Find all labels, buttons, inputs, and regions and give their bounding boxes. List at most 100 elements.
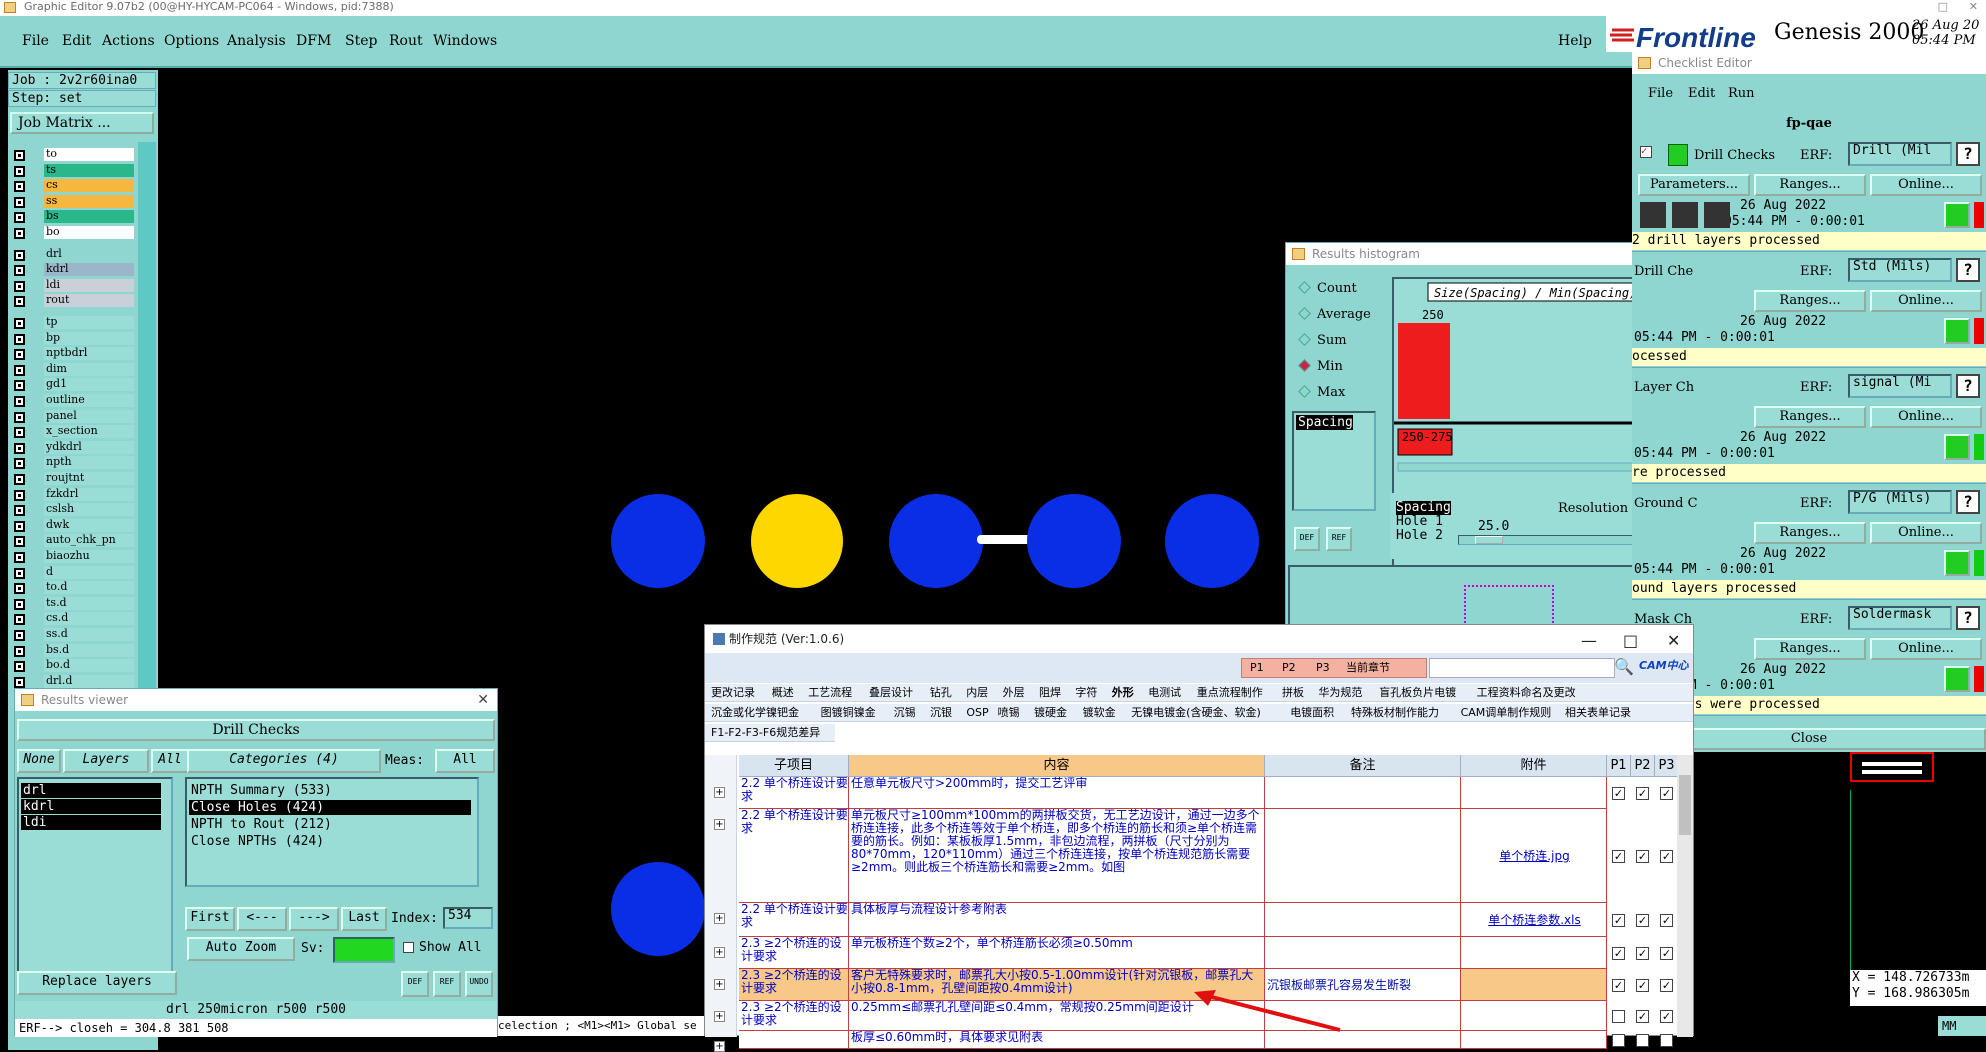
drill-hole-pad[interactable] [611, 494, 705, 588]
column-header[interactable]: 子项目 [739, 755, 849, 777]
scope-dropdown[interactable]: 当前章节 [1346, 659, 1390, 677]
row-attachment[interactable]: 单个桥连.jpg [1461, 809, 1607, 903]
layer-row-dim[interactable]: dim [8, 362, 158, 378]
zoom-icon[interactable] [1944, 434, 1970, 460]
layer-row-ts-d[interactable]: ts.d [8, 596, 158, 612]
help-icon[interactable]: ? [1956, 374, 1980, 398]
layer-name[interactable]: fzkdrl [44, 487, 134, 501]
last-button[interactable]: Last [341, 907, 387, 931]
first-button[interactable]: First [185, 907, 235, 931]
expand-icon[interactable]: + [714, 1011, 725, 1022]
checklist-menu-file[interactable]: File [1648, 86, 1673, 101]
spec-tab[interactable]: 拼板 [1282, 686, 1304, 700]
layer-name[interactable]: to.d [44, 581, 134, 595]
ranges-button[interactable]: Ranges... [1754, 290, 1866, 312]
layer-name[interactable]: bs.d [44, 643, 134, 657]
layer-name[interactable]: cs.d [44, 612, 134, 626]
category-list[interactable]: NPTH Summary (533) Close Holes (424) NPTH … [185, 777, 479, 887]
layer-checkbox[interactable] [14, 150, 25, 161]
prev-button[interactable]: <--- [237, 907, 287, 931]
layer-row-npth[interactable]: npth [8, 456, 158, 471]
spec-tab[interactable]: CAM调单制作规则 [1461, 706, 1552, 720]
layer-name[interactable]: auto_chk_pn [44, 534, 134, 548]
priority-checkbox[interactable]: ✓ [1636, 1009, 1649, 1023]
checklist-menu-run[interactable]: Run [1728, 86, 1755, 101]
result-layer-item[interactable]: drl [21, 783, 161, 798]
spec-tab[interactable]: 更改记录 [711, 686, 755, 700]
spec-tab[interactable]: 工程资料命名及更改 [1477, 686, 1576, 700]
menu-actions[interactable]: Actions [102, 33, 155, 49]
erf-field[interactable]: Soldermask [1848, 606, 1952, 630]
expand-icon[interactable]: + [714, 1041, 725, 1052]
layer-row-ss-d[interactable]: ss.d [8, 628, 158, 643]
layer-row-to-d[interactable]: to.d [8, 581, 158, 596]
priority-checkbox[interactable] [1660, 1033, 1673, 1047]
layer-row-x-section[interactable]: x_section [8, 425, 158, 440]
spec-tab[interactable]: 沉锡 [894, 706, 916, 720]
undo-icon[interactable]: UNDO [465, 971, 493, 997]
spec-table-scrollbar[interactable] [1677, 755, 1693, 1037]
layer-checkbox[interactable] [14, 505, 25, 517]
layer-checkbox[interactable] [14, 181, 25, 193]
layer-row-ydkdrl[interactable]: ydkdrl [8, 440, 158, 456]
spec-tab[interactable]: 电镀面积 [1290, 706, 1334, 720]
run-icon[interactable] [1704, 202, 1730, 228]
category-item[interactable]: Close Holes (424) [189, 800, 471, 815]
column-header[interactable]: 附件 [1461, 755, 1607, 777]
index-input[interactable]: 534 [443, 907, 493, 929]
erf-field[interactable]: Std (Mils) [1848, 258, 1952, 282]
sv-color-selector[interactable] [333, 937, 395, 963]
spec-tab[interactable]: 钻孔 [930, 686, 952, 700]
result-layer-item[interactable]: kdrl [21, 799, 161, 814]
histogram-bar[interactable] [1398, 323, 1450, 419]
spec-tab[interactable]: 叠层设计 [869, 686, 913, 700]
ranges-button[interactable]: Ranges... [1754, 174, 1866, 196]
layer-row-rout[interactable]: rout [8, 294, 158, 309]
priority-checkbox[interactable]: ✓ [1612, 913, 1625, 927]
priority-checkbox[interactable]: ✓ [1660, 786, 1673, 800]
layer-row-biaozhu[interactable]: biaozhu [8, 550, 158, 565]
online-button[interactable]: Online... [1870, 174, 1982, 196]
layer-checkbox[interactable] [14, 520, 25, 532]
menu-help[interactable]: Help [1558, 33, 1592, 49]
layer-row-bo[interactable]: bo [8, 226, 158, 241]
layer-checkbox[interactable] [14, 645, 25, 657]
layer-name[interactable]: bo [44, 226, 134, 239]
layer-row-fzkdrl[interactable]: fzkdrl [8, 487, 158, 503]
close-icon[interactable]: ✕ [1969, 0, 1978, 14]
layer-name[interactable]: gd1 [44, 378, 134, 392]
layer-row-cslsh[interactable]: cslsh [8, 503, 158, 518]
job-matrix-button[interactable]: Job Matrix ... [10, 112, 154, 134]
online-button[interactable]: Online... [1870, 290, 1982, 312]
search-icon[interactable]: 🔍 [1613, 657, 1635, 679]
radio-icon[interactable] [1298, 281, 1311, 294]
layer-checkbox[interactable] [14, 552, 25, 563]
help-icon[interactable]: ? [1956, 142, 1980, 166]
menu-options[interactable]: Options [164, 33, 219, 49]
column-header[interactable]: 内容 [849, 755, 1265, 777]
layer-checkbox[interactable] [14, 249, 25, 261]
help-icon[interactable]: ? [1956, 606, 1980, 630]
spec-tab[interactable]: 电测试 [1148, 686, 1181, 700]
layer-name[interactable]: x_section [44, 425, 134, 439]
layer-checkbox[interactable] [14, 442, 25, 454]
expand-icon[interactable]: + [714, 979, 725, 990]
layer-row-tp[interactable]: tp [8, 316, 158, 331]
spec-tab[interactable]: 外形 [1112, 686, 1134, 700]
layer-checkbox[interactable] [14, 349, 25, 361]
zoom-icon[interactable] [1944, 318, 1970, 344]
layer-checkbox[interactable] [14, 318, 25, 329]
menu-rout[interactable]: Rout [389, 33, 423, 49]
category-item[interactable]: Close NPTHs (424) [189, 834, 471, 849]
none-button[interactable]: None [17, 749, 61, 773]
expand-icon[interactable]: + [714, 947, 725, 958]
layer-name[interactable]: biaozhu [44, 550, 134, 563]
online-button[interactable]: Online... [1870, 638, 1982, 660]
layer-name[interactable]: nptbdrl [44, 347, 134, 361]
layer-row-ldi[interactable]: ldi [8, 278, 158, 294]
layers-button[interactable]: Layers [63, 749, 149, 773]
auto-zoom-dropdown[interactable]: Auto Zoom [187, 937, 295, 961]
layer-row-bs[interactable]: bs [8, 210, 158, 225]
layer-checkbox[interactable] [14, 364, 25, 376]
check-name[interactable]: Drill Che [1634, 264, 1693, 279]
